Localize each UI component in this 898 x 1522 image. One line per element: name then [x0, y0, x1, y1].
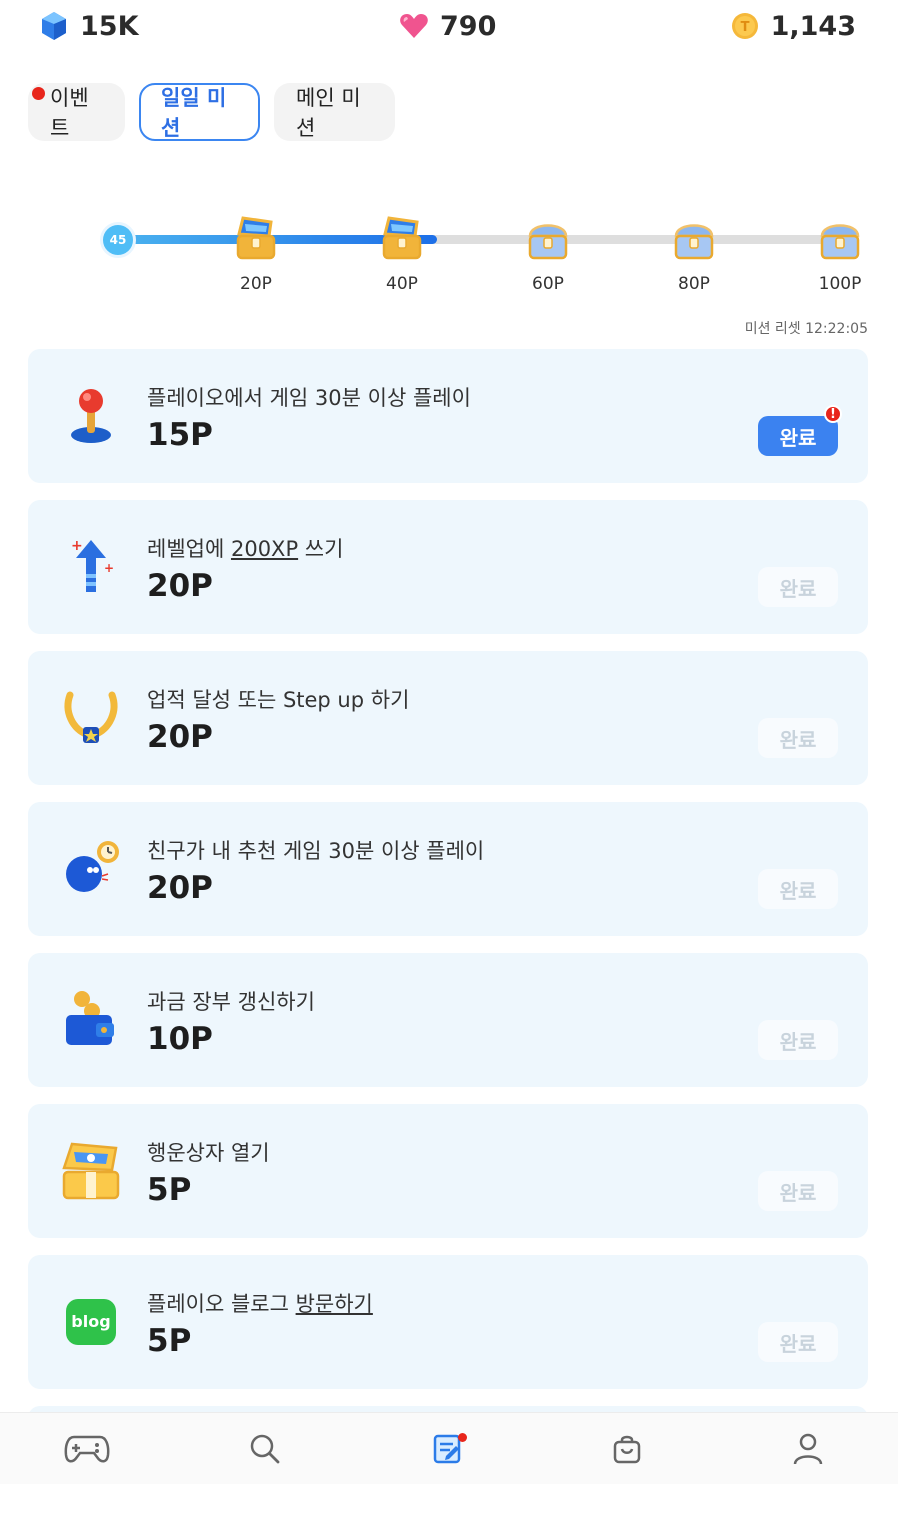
mission-points: 20P	[147, 719, 213, 755]
complete-button[interactable]: 완료	[758, 416, 838, 456]
svg-text:T: T	[740, 20, 749, 35]
search-icon	[249, 1433, 281, 1469]
mission-title: 레벨업에 200XP 쓰기	[147, 533, 343, 563]
nav-search[interactable]	[241, 1431, 289, 1471]
tab-label: 이벤트	[50, 86, 89, 140]
nav-missions[interactable]	[423, 1431, 471, 1471]
joystick-icon	[58, 383, 124, 449]
coin-balance[interactable]: T 1,143	[729, 10, 856, 42]
tab-event[interactable]: 이벤트	[28, 83, 125, 141]
mission-title: 과금 장부 갱신하기	[147, 986, 315, 1016]
milestone-label: 20P	[240, 274, 272, 294]
mission-title: 업적 달성 또는 Step up 하기	[147, 684, 409, 714]
mission-title-text: 행운상자 열기	[147, 1141, 270, 1165]
profile-icon	[792, 1432, 824, 1470]
mission-title-link[interactable]: 방문하기	[296, 1292, 373, 1316]
tab-label: 메인 미션	[296, 86, 361, 140]
milestone-label: 60P	[532, 274, 564, 294]
gamepad-icon	[64, 1433, 110, 1469]
open-chest-icon[interactable]	[379, 214, 425, 264]
alert-badge: !	[824, 405, 842, 423]
chest-icon[interactable]	[525, 214, 571, 264]
gem-balance[interactable]: 15K	[38, 10, 139, 42]
gem-icon	[38, 10, 70, 42]
level-up-arrow-icon: + +	[58, 534, 124, 600]
milestone-label: 40P	[386, 274, 418, 294]
mission-title-text: 레벨업에	[147, 537, 231, 561]
milestone-label: 80P	[678, 274, 710, 294]
shopping-bag-icon	[611, 1433, 643, 1469]
mission-title-text: 플레이오 블로그	[147, 1292, 296, 1316]
mission-title-link[interactable]: 200XP	[231, 537, 298, 561]
mission-card: 친구가 내 추천 게임 30분 이상 플레이 20P 완료	[28, 802, 868, 936]
mission-points: 20P	[147, 568, 213, 604]
coin-icon: T	[729, 10, 761, 42]
mission-title-text: 쓰기	[298, 537, 344, 561]
coin-count: 1,143	[770, 10, 856, 42]
heart-icon	[398, 10, 430, 42]
mission-points: 20P	[147, 870, 213, 906]
chest-icon[interactable]	[671, 214, 717, 264]
lucky-box-icon	[58, 1138, 124, 1204]
mission-points: 15P	[147, 417, 213, 453]
tab-daily-mission[interactable]: 일일 미션	[139, 83, 260, 141]
mission-title: 행운상자 열기	[147, 1137, 270, 1167]
mission-card: 업적 달성 또는 Step up 하기 20P 완료	[28, 651, 868, 785]
mission-card: 플레이오에서 게임 30분 이상 플레이 15P 완료!	[28, 349, 868, 483]
mission-title-text: 플레이오에서 게임 30분 이상 플레이	[147, 386, 471, 410]
nav-games[interactable]	[63, 1431, 111, 1471]
svg-text:+: +	[104, 561, 114, 575]
mission-title-text: 친구가 내 추천 게임 30분 이상 플레이	[147, 839, 485, 863]
mission-title-text: 과금 장부 갱신하기	[147, 990, 315, 1014]
mission-title: 플레이오 블로그 방문하기	[147, 1288, 373, 1318]
currency-bar: 15K 790 T 1,143	[0, 0, 898, 60]
mission-tabs: 이벤트 일일 미션 메인 미션	[28, 83, 395, 141]
open-chest-icon[interactable]	[233, 214, 279, 264]
blog-icon: blog	[58, 1289, 124, 1355]
complete-button[interactable]: 완료	[758, 1020, 838, 1060]
tab-main-mission[interactable]: 메인 미션	[274, 83, 395, 141]
gem-count: 15K	[80, 10, 139, 42]
mission-points: 5P	[147, 1323, 192, 1359]
mission-title: 플레이오에서 게임 30분 이상 플레이	[147, 382, 471, 412]
mission-points: 10P	[147, 1021, 213, 1057]
mission-card: 과금 장부 갱신하기 10P 완료	[28, 953, 868, 1087]
mission-title-text: 업적 달성 또는 Step up 하기	[147, 688, 410, 712]
mission-title: 친구가 내 추천 게임 30분 이상 플레이	[147, 835, 484, 865]
blog-icon-text: blog	[71, 1312, 110, 1331]
heart-balance[interactable]: 790	[398, 10, 496, 42]
nav-shop[interactable]	[603, 1431, 651, 1471]
mission-card: blog 플레이오 블로그 방문하기 5P 완료	[28, 1255, 868, 1389]
complete-button[interactable]: 완료	[758, 567, 838, 607]
svg-text:+: +	[71, 538, 83, 554]
mission-card: 행운상자 열기 5P 완료	[28, 1104, 868, 1238]
progress-knob: 45	[100, 222, 136, 258]
complete-button[interactable]: 완료	[758, 718, 838, 758]
complete-button[interactable]: 완료	[758, 1171, 838, 1211]
bottom-nav	[0, 1412, 898, 1484]
complete-button[interactable]: 완료	[758, 1322, 838, 1362]
chest-icon[interactable]	[817, 214, 863, 264]
notification-dot	[32, 87, 45, 100]
tab-label: 일일 미션	[161, 86, 227, 140]
friend-clock-icon	[58, 836, 124, 902]
nav-profile[interactable]	[784, 1431, 832, 1471]
milestone-label: 100P	[818, 274, 862, 294]
heart-count: 790	[440, 10, 497, 42]
mission-card: + + 레벨업에 200XP 쓰기 20P 완료	[28, 500, 868, 634]
laurel-medal-icon	[58, 685, 124, 751]
wallet-coin-icon	[58, 987, 124, 1053]
notification-dot	[458, 1433, 467, 1442]
mission-points: 5P	[147, 1172, 192, 1208]
mission-reset-timer: 미션 리셋 12:22:05	[744, 321, 868, 337]
complete-button[interactable]: 완료	[758, 869, 838, 909]
